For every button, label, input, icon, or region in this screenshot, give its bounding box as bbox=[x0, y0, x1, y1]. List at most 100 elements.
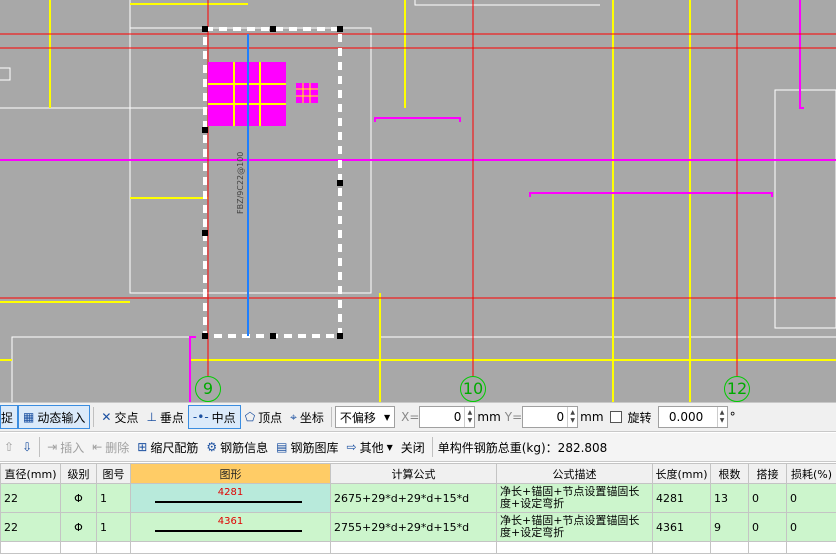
insert-label: 插入 bbox=[60, 440, 85, 455]
empty-cell[interactable] bbox=[786, 541, 836, 554]
drawing-layer[interactable] bbox=[0, 0, 836, 402]
y-input[interactable]: ▲▼ bbox=[522, 406, 579, 428]
rebar-info-icon: ⚙ bbox=[206, 440, 218, 454]
cell-length[interactable]: 4361 bbox=[652, 512, 711, 542]
cell-formula[interactable]: 2755+29*d+29*d+15*d bbox=[330, 512, 497, 542]
cell-grade[interactable]: Φ bbox=[60, 512, 97, 542]
midpoint-icon: -•- bbox=[192, 410, 209, 424]
intersection-button[interactable]: ✕ 交点 bbox=[97, 405, 142, 429]
y-spin-arrows[interactable]: ▲ ▼ bbox=[567, 407, 577, 427]
perpendicular-button[interactable]: ⊥ 垂点 bbox=[142, 405, 187, 429]
move-down-button[interactable]: ⇩ bbox=[18, 435, 36, 459]
col-grade[interactable]: 级别 bbox=[60, 463, 97, 484]
dynamic-input-icon: ▦ bbox=[23, 410, 35, 424]
midpoint-label: 中点 bbox=[211, 410, 236, 425]
separator bbox=[39, 437, 41, 457]
insert-button[interactable]: ⇥ 插入 bbox=[43, 435, 88, 459]
cell-fig-no[interactable]: 1 bbox=[96, 483, 131, 513]
axis-label-10: 10 bbox=[460, 376, 486, 402]
col-length[interactable]: 长度(mm) bbox=[652, 463, 711, 484]
other-menu-button[interactable]: ⇨ 其他 ▼ bbox=[343, 435, 397, 459]
axis-label-12: 12 bbox=[724, 376, 750, 402]
axis-lines bbox=[0, 0, 836, 376]
cell-shape[interactable]: 4361 bbox=[130, 512, 331, 542]
empty-cell[interactable] bbox=[496, 541, 653, 554]
cell-count[interactable]: 9 bbox=[710, 512, 749, 542]
perpendicular-label: 垂点 bbox=[159, 410, 184, 425]
intersection-label: 交点 bbox=[114, 410, 139, 425]
offset-mode-select[interactable]: 不偏移 ▼ bbox=[334, 406, 396, 428]
empty-cell[interactable] bbox=[710, 541, 749, 554]
rotate-field[interactable] bbox=[658, 410, 717, 424]
rebar-label: FBZ/9C22@100 bbox=[236, 151, 245, 214]
empty-cell[interactable] bbox=[330, 541, 497, 554]
cell-formula[interactable]: 2675+29*d+29*d+15*d bbox=[330, 483, 497, 513]
x-spin-arrows[interactable]: ▲ ▼ bbox=[464, 407, 474, 427]
cell-shape[interactable]: 4281 bbox=[130, 483, 331, 513]
degree-unit: ° bbox=[729, 410, 736, 424]
rotate-input[interactable]: ▲▼ bbox=[657, 406, 728, 428]
cad-canvas[interactable]: FBZ/9C22@100 9 10 12 bbox=[0, 0, 836, 402]
cell-fig-no[interactable]: 1 bbox=[96, 512, 131, 542]
col-desc[interactable]: 公式描述 bbox=[496, 463, 653, 484]
empty-cell[interactable] bbox=[652, 541, 711, 554]
magenta-beams bbox=[0, 0, 836, 402]
close-button[interactable]: 关闭 bbox=[397, 435, 429, 459]
col-formula[interactable]: 计算公式 bbox=[330, 463, 497, 484]
table-row[interactable]: 22 Φ 1 4361 2755+29*d+29*d+15*d 净长+锚固+节点… bbox=[0, 512, 836, 542]
coordinate-label: 坐标 bbox=[299, 410, 324, 425]
cell-count[interactable]: 13 bbox=[710, 483, 749, 513]
cell-diameter[interactable]: 22 bbox=[0, 512, 61, 542]
empty-cell[interactable] bbox=[748, 541, 787, 554]
other-icon: ⇨ bbox=[346, 440, 357, 454]
separator bbox=[330, 407, 332, 427]
col-diameter[interactable]: 直径(mm) bbox=[0, 463, 61, 484]
rebar-library-button[interactable]: ▤ 钢筋图库 bbox=[272, 435, 342, 459]
rebar-library-icon: ▤ bbox=[276, 440, 288, 454]
delete-button[interactable]: ⇤ 删除 bbox=[88, 435, 133, 459]
table-row-empty[interactable] bbox=[0, 541, 836, 554]
cell-loss[interactable]: 0 bbox=[786, 512, 836, 542]
rotate-checkbox[interactable] bbox=[609, 411, 622, 423]
cell-length[interactable]: 4281 bbox=[652, 483, 711, 513]
table-header: 直径(mm) 级别 图号 图形 计算公式 公式描述 长度(mm) 根数 搭接 损… bbox=[0, 463, 836, 484]
empty-cell[interactable] bbox=[0, 541, 61, 554]
table-row[interactable]: 22 Φ 1 4281 2675+29*d+29*d+15*d 净长+锚固+节点… bbox=[0, 483, 836, 513]
x-input[interactable]: ▲▼ bbox=[419, 406, 476, 428]
col-count[interactable]: 根数 bbox=[710, 463, 749, 484]
cell-lap[interactable]: 0 bbox=[748, 483, 787, 513]
col-fig-no[interactable]: 图号 bbox=[96, 463, 131, 484]
x-field[interactable] bbox=[420, 410, 465, 424]
cell-lap[interactable]: 0 bbox=[748, 512, 787, 542]
delete-icon: ⇤ bbox=[92, 440, 103, 454]
cell-desc[interactable]: 净长+锚固+节点设置锚固长度+设定弯折 bbox=[496, 512, 653, 542]
col-lap[interactable]: 搭接 bbox=[748, 463, 787, 484]
scale-rebar-icon: ⊞ bbox=[137, 440, 148, 454]
other-label: 其他 bbox=[359, 440, 384, 455]
x-unit: mm bbox=[477, 410, 501, 424]
vertex-icon: ⬠ bbox=[244, 410, 256, 424]
empty-cell[interactable] bbox=[96, 541, 131, 554]
move-up-button[interactable]: ⇧ bbox=[0, 435, 18, 459]
capture-label: 捉 bbox=[1, 410, 14, 425]
dynamic-input-button[interactable]: ▦ 动态输入 bbox=[18, 405, 91, 429]
scale-rebar-button[interactable]: ⊞ 缩尺配筋 bbox=[133, 435, 202, 459]
capture-button[interactable]: 捉 bbox=[0, 405, 19, 429]
coordinate-button[interactable]: ⌖ 坐标 bbox=[286, 405, 328, 429]
cell-loss[interactable]: 0 bbox=[786, 483, 836, 513]
y-label: Y= bbox=[504, 410, 523, 424]
col-shape[interactable]: 图形 bbox=[130, 463, 331, 484]
empty-cell[interactable] bbox=[60, 541, 97, 554]
rebar-info-button[interactable]: ⚙ 钢筋信息 bbox=[202, 435, 272, 459]
empty-cell[interactable] bbox=[130, 541, 331, 554]
y-field[interactable] bbox=[523, 410, 568, 424]
perpendicular-icon: ⊥ bbox=[146, 410, 157, 424]
cell-diameter[interactable]: 22 bbox=[0, 483, 61, 513]
cell-grade[interactable]: Φ bbox=[60, 483, 97, 513]
col-loss[interactable]: 损耗(%) bbox=[786, 463, 836, 484]
vertex-button[interactable]: ⬠ 顶点 bbox=[241, 405, 286, 429]
midpoint-button[interactable]: -•- 中点 bbox=[187, 405, 241, 429]
cell-desc[interactable]: 净长+锚固+节点设置锚固长度+设定弯折 bbox=[496, 483, 653, 513]
rotate-spin-arrows[interactable]: ▲ ▼ bbox=[716, 407, 727, 427]
rebar-info-label: 钢筋信息 bbox=[220, 440, 269, 455]
